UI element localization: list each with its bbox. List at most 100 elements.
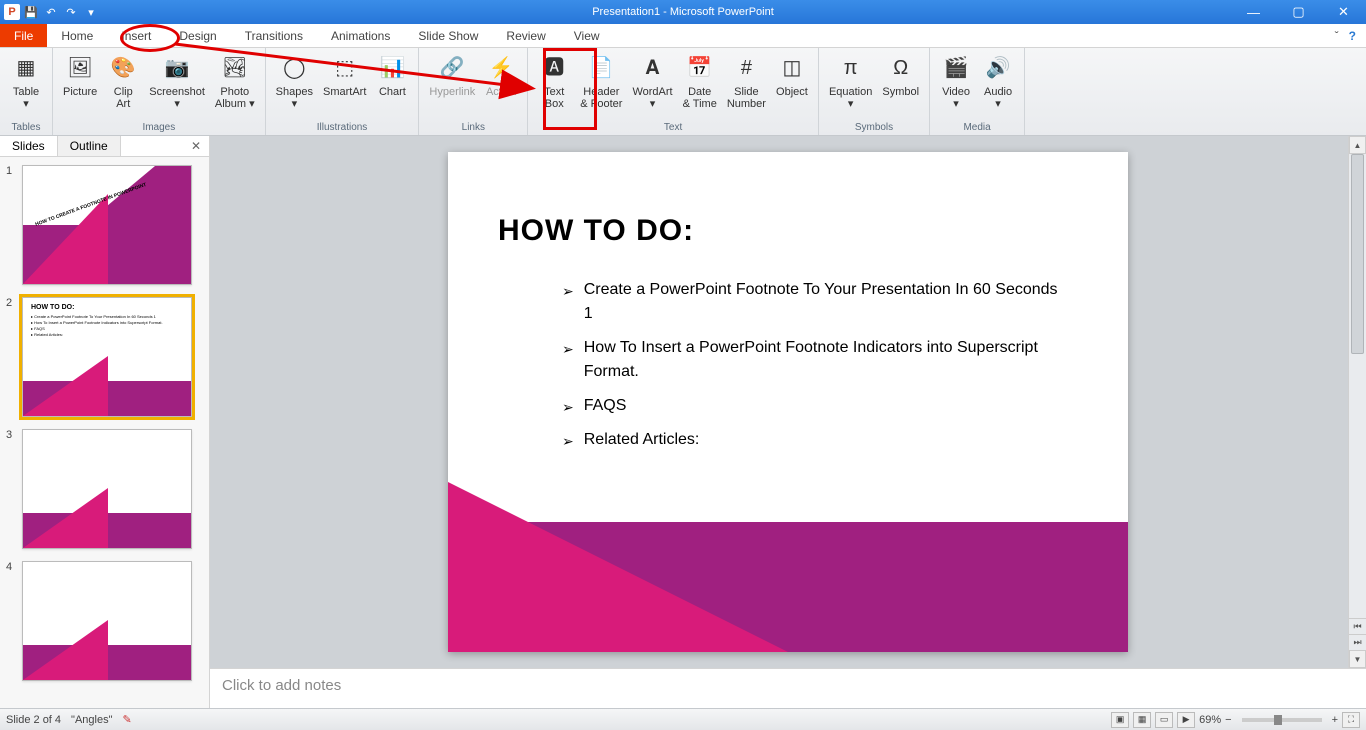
video-button[interactable]: 🎬Video ▾ xyxy=(936,50,976,112)
slide-canvas-area: HOW TO DO: ➢Create a PowerPoint Footnote… xyxy=(210,136,1366,668)
ribbon-group-illustrations: ◯Shapes ▾⬚SmartArt📊 Chart Illustrations xyxy=(266,48,420,135)
symbol-button[interactable]: ΩSymbol xyxy=(878,50,923,100)
photo-album-icon: 🏞 xyxy=(219,52,251,84)
tab-view[interactable]: View xyxy=(560,24,614,47)
outline-tab[interactable]: Outline xyxy=(58,136,121,156)
wordart-label: WordArt ▾ xyxy=(632,86,672,110)
powerpoint-icon: P xyxy=(4,4,20,20)
tab-home[interactable]: Home xyxy=(47,24,107,47)
spellcheck-icon[interactable]: ✎ xyxy=(123,713,132,726)
ribbon-group-symbols: πEquation ▾ΩSymbolSymbols xyxy=(819,48,930,135)
screenshot-button[interactable]: 📷Screenshot ▾ xyxy=(145,50,209,112)
fit-to-window-button[interactable]: ⛶ xyxy=(1342,712,1360,728)
slide-body[interactable]: ➢Create a PowerPoint Footnote To Your Pr… xyxy=(562,278,1068,462)
table-button[interactable]: ▦Table ▾ xyxy=(6,50,46,112)
chart-icon: 📊 xyxy=(376,52,408,84)
normal-view-button[interactable]: ▣ xyxy=(1111,712,1129,728)
clip-art-icon: 🎨 xyxy=(107,52,139,84)
scroll-down-button[interactable]: ▼ xyxy=(1349,650,1366,668)
slide-thumb-2[interactable]: HOW TO DO:▸ Create a PowerPoint Footnote… xyxy=(22,297,192,417)
bullet-arrow-icon: ➢ xyxy=(562,281,574,326)
group-label: Text xyxy=(534,120,812,135)
ribbon-group-links: 🔗Hyperlink⚡ActionLinks xyxy=(419,48,528,135)
slides-tab[interactable]: Slides xyxy=(0,136,58,156)
help-icon[interactable]: ? xyxy=(1349,29,1356,43)
action-icon: ⚡ xyxy=(485,52,517,84)
tab-design[interactable]: Design xyxy=(165,24,230,47)
header-footer-label: Header & Footer xyxy=(580,86,622,110)
ribbon: ▦Table ▾ Tables 🖼Picture🎨Clip Art📷Screensh… xyxy=(0,48,1366,136)
object-button[interactable]: ◫Object xyxy=(772,50,812,100)
reading-view-button[interactable]: ▭ xyxy=(1155,712,1173,728)
header-footer-icon: 📄 xyxy=(585,52,617,84)
video-label: Video ▾ xyxy=(942,86,970,110)
redo-button[interactable]: ↷ xyxy=(62,3,80,21)
header-footer-button[interactable]: 📄Header & Footer xyxy=(576,50,626,112)
slide-thumb-1[interactable]: HOW TO CREATE A FOOTNOTE IN POWERPOINT xyxy=(22,165,192,285)
photo-album-button[interactable]: 🏞Photo Album ▾ xyxy=(211,50,259,112)
table-icon: ▦ xyxy=(10,52,42,84)
screenshot-icon: 📷 xyxy=(161,52,193,84)
prev-slide-button[interactable]: ⏮ xyxy=(1349,618,1366,634)
next-slide-button[interactable]: ⏭ xyxy=(1349,634,1366,650)
equation-button[interactable]: πEquation ▾ xyxy=(825,50,876,112)
audio-button[interactable]: 🔊Audio ▾ xyxy=(978,50,1018,112)
undo-button[interactable]: ↶ xyxy=(42,3,60,21)
group-label: Images xyxy=(59,120,259,135)
qat-customize[interactable]: ▾ xyxy=(82,3,100,21)
scroll-thumb[interactable] xyxy=(1351,154,1364,354)
bullet-item: ➢Related Articles: xyxy=(562,428,1068,452)
chart-label: Chart xyxy=(379,86,406,98)
tab-insert[interactable]: Insert xyxy=(107,24,165,47)
picture-label: Picture xyxy=(63,86,97,98)
bullet-item: ➢FAQS xyxy=(562,394,1068,418)
tab-slide-show[interactable]: Slide Show xyxy=(404,24,492,47)
minimize-button[interactable]: — xyxy=(1231,0,1276,24)
tab-transitions[interactable]: Transitions xyxy=(231,24,317,47)
chart-button[interactable]: 📊 Chart xyxy=(372,50,412,100)
wordart-button[interactable]: 𝐀WordArt ▾ xyxy=(628,50,676,112)
tab-animations[interactable]: Animations xyxy=(317,24,404,47)
slideshow-view-button[interactable]: ▶ xyxy=(1177,712,1195,728)
smartart-button[interactable]: ⬚SmartArt xyxy=(319,50,370,100)
close-panel-icon[interactable]: ✕ xyxy=(183,139,209,153)
maximize-button[interactable]: ▢ xyxy=(1276,0,1321,24)
minimize-ribbon-icon[interactable]: ˇ xyxy=(1335,29,1339,43)
thumb-number: 1 xyxy=(6,165,16,285)
clip-art-button[interactable]: 🎨Clip Art xyxy=(103,50,143,112)
bullet-arrow-icon: ➢ xyxy=(562,339,574,384)
sorter-view-button[interactable]: ▦ xyxy=(1133,712,1151,728)
text-box-button[interactable]: 🅰Text Box xyxy=(534,50,574,112)
shapes-button[interactable]: ◯Shapes ▾ xyxy=(272,50,317,112)
status-bar: Slide 2 of 4 "Angles" ✎ ▣ ▦ ▭ ▶ 69% − + … xyxy=(0,708,1366,730)
notes-pane[interactable]: Click to add notes xyxy=(210,668,1366,708)
slide-panel: Slides Outline ✕ 1HOW TO CREATE A FOOTNO… xyxy=(0,136,210,708)
slide-canvas[interactable]: HOW TO DO: ➢Create a PowerPoint Footnote… xyxy=(448,152,1128,652)
file-tab[interactable]: File xyxy=(0,24,47,47)
quick-access-toolbar: P 💾 ↶ ↷ ▾ xyxy=(0,3,100,21)
save-button[interactable]: 💾 xyxy=(22,3,40,21)
ribbon-group-images: 🖼Picture🎨Clip Art📷Screenshot ▾🏞Photo Alb… xyxy=(53,48,266,135)
thumb-number: 3 xyxy=(6,429,16,549)
slide-thumb-3[interactable] xyxy=(22,429,192,549)
scroll-up-button[interactable]: ▲ xyxy=(1349,136,1366,154)
slide-title[interactable]: HOW TO DO: xyxy=(498,214,694,248)
zoom-in-button[interactable]: + xyxy=(1332,714,1338,726)
group-label: Tables xyxy=(6,120,46,135)
date-time-button[interactable]: 📅Date & Time xyxy=(679,50,721,112)
date-time-label: Date & Time xyxy=(683,86,717,110)
title-bar: P 💾 ↶ ↷ ▾ Presentation1 - Microsoft Powe… xyxy=(0,0,1366,24)
bullet-text: How To Insert a PowerPoint Footnote Indi… xyxy=(584,336,1068,384)
tab-review[interactable]: Review xyxy=(492,24,559,47)
slide-thumb-4[interactable] xyxy=(22,561,192,681)
group-label: Illustrations xyxy=(272,120,413,135)
hyperlink-button: 🔗Hyperlink xyxy=(425,50,479,100)
zoom-out-button[interactable]: − xyxy=(1225,714,1231,726)
slide-decoration-triangle xyxy=(448,482,788,652)
smartart-icon: ⬚ xyxy=(329,52,361,84)
close-button[interactable]: ✕ xyxy=(1321,0,1366,24)
slide-number-button[interactable]: #Slide Number xyxy=(723,50,770,112)
zoom-slider[interactable] xyxy=(1242,718,1322,722)
vertical-scrollbar[interactable]: ▲ ⏮ ⏭ ▼ xyxy=(1348,136,1366,668)
picture-button[interactable]: 🖼Picture xyxy=(59,50,101,100)
